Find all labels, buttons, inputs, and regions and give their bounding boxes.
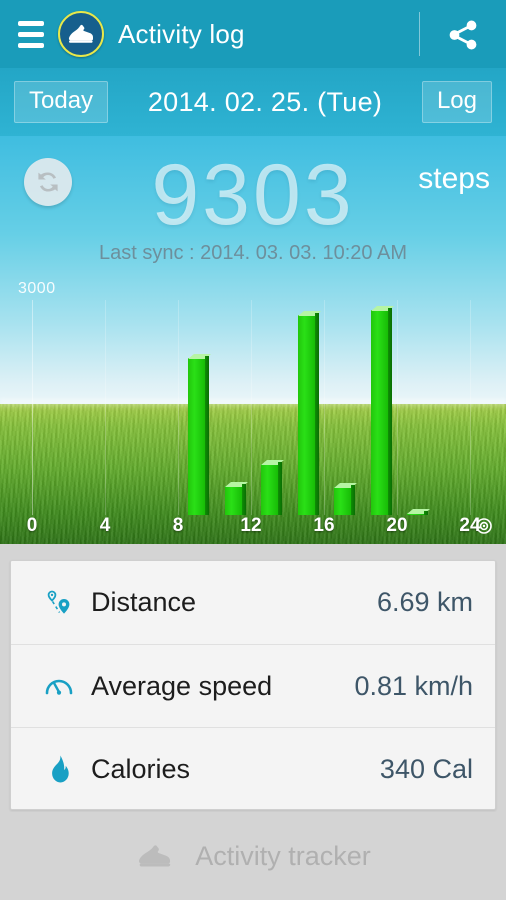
chart-gridline (178, 300, 179, 515)
flame-icon (39, 749, 79, 789)
stat-value: 6.69 km (376, 587, 473, 617)
footer-label: Activity tracker (195, 840, 371, 871)
stat-row-average-speed[interactable]: Average speed 0.81 km/h (11, 644, 495, 727)
stat-label: Distance (91, 587, 197, 617)
chart-bar (225, 484, 246, 515)
chart-x-tick-label: 16 (313, 515, 335, 536)
chart-bar (188, 356, 209, 515)
chart-bar (261, 462, 282, 515)
page-title: Activity log (118, 18, 245, 49)
shoe-app-icon[interactable] (58, 11, 104, 57)
chart-gridline (105, 300, 106, 515)
today-button[interactable]: Today (14, 81, 109, 123)
selected-date-label[interactable]: 2014. 02. 25. (Tue) (108, 87, 422, 118)
hamburger-menu-icon[interactable] (10, 14, 52, 54)
chart-x-tick-label: 20 (386, 515, 408, 536)
chart-bar (371, 308, 392, 515)
route-pin-icon (39, 583, 79, 623)
stat-label: Average speed (91, 670, 273, 701)
chart-x-tick-label: 12 (240, 515, 262, 536)
hamburger-line (18, 42, 44, 48)
steps-bar-chart[interactable]: 3000 0 4 8 12 16 20 24 (0, 136, 506, 544)
chart-x-tick-label: 4 (99, 515, 111, 536)
share-icon[interactable] (436, 14, 490, 56)
stats-card: Distance 6.69 km Average speed 0.81 km/h… (10, 560, 496, 810)
activity-tracker-footer[interactable]: Activity tracker (0, 812, 506, 900)
chart-x-tick-label: 8 (172, 515, 184, 536)
stat-row-distance[interactable]: Distance 6.69 km (11, 561, 495, 644)
activity-log-screen: Activity log Today 2014. 02. 25. (Tue) L… (0, 0, 506, 900)
chart-gridline (470, 300, 471, 515)
log-button[interactable]: Log (421, 81, 492, 123)
chart-bar (298, 313, 319, 515)
chart-x-axis-labels: 0 4 8 12 16 20 24 (0, 515, 506, 545)
shoe-icon (139, 845, 171, 867)
stat-row-calories[interactable]: Calories 340 Cal (11, 727, 495, 810)
chart-x-tick-label: 0 (26, 515, 38, 536)
stat-value: 0.81 km/h (354, 670, 473, 701)
stat-label: Calories (91, 753, 191, 784)
chart-y-max-label: 3000 (18, 280, 56, 297)
date-navigation-bar: Today 2014. 02. 25. (Tue) Log (0, 68, 506, 136)
action-bar: Activity log (0, 0, 506, 68)
chart-gridline (324, 300, 325, 515)
hamburger-line (18, 31, 44, 37)
action-bar-divider (419, 12, 420, 56)
chart-bar (334, 485, 355, 515)
chart-gridline (251, 300, 252, 515)
goal-target-icon (476, 518, 492, 534)
stat-value: 340 Cal (379, 753, 473, 784)
speedometer-icon (39, 666, 79, 706)
chart-gridline (32, 300, 33, 515)
hamburger-line (18, 20, 44, 26)
chart-gridline (397, 300, 398, 515)
